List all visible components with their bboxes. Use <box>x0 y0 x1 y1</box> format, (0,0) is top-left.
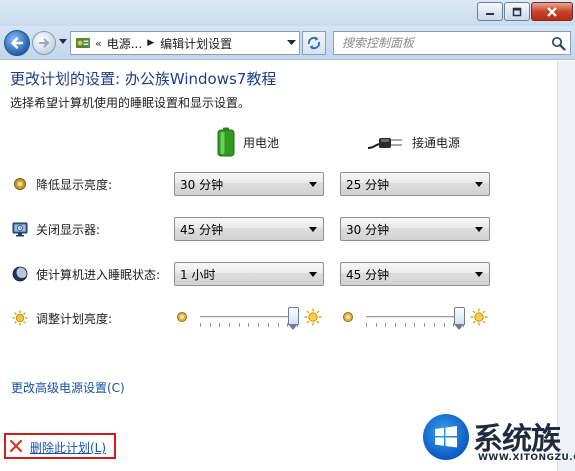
column-label-battery: 用电池 <box>243 135 280 150</box>
slider-track <box>366 316 464 319</box>
column-header-battery: 用电池 <box>217 127 279 157</box>
navigation-bar: « 电源... ▶ 编辑计划设置 <box>0 26 575 60</box>
search-icon[interactable] <box>551 36 566 51</box>
chevron-down-icon <box>475 272 483 277</box>
page-title: 更改计划的设置: 办公族Windows7教程 <box>10 70 277 88</box>
search-input[interactable] <box>342 36 542 50</box>
breadcrumb-overflow[interactable]: « <box>95 37 102 50</box>
forward-button[interactable] <box>32 31 56 55</box>
advanced-power-settings-link[interactable]: 更改高级电源设置(C) <box>11 379 125 396</box>
maximize-button[interactable] <box>504 2 530 21</box>
brightness-low-icon <box>343 312 353 322</box>
delete-x-icon <box>9 439 23 453</box>
brightness-battery-slider[interactable] <box>174 306 324 330</box>
watermark-text: 系统族 <box>473 422 561 457</box>
brightness-high-icon <box>470 308 488 326</box>
monitor-off-icon <box>12 222 28 237</box>
sleep-battery-select[interactable]: 1 小时 <box>174 262 324 286</box>
column-label-plugged-in: 接通电源 <box>412 135 461 150</box>
vertical-scrollbar[interactable] <box>557 61 575 471</box>
content-pane: 更改计划的设置: 办公族Windows7教程 选择希望计算机使用的睡眠设置和显示… <box>0 61 557 471</box>
column-header-plugged-in: 接通电源 <box>368 127 460 157</box>
chevron-down-icon <box>475 227 483 232</box>
breadcrumb-edit-plan[interactable]: 编辑计划设置 <box>160 35 232 52</box>
address-dropdown-icon[interactable] <box>287 39 296 47</box>
select-value: 30 分钟 <box>180 177 224 192</box>
control-panel-icon <box>76 38 90 48</box>
search-box[interactable] <box>333 31 571 55</box>
dim-display-plugged-in-select[interactable]: 25 分钟 <box>340 172 490 196</box>
brightness-plugged-in-slider[interactable] <box>340 306 490 330</box>
setting-row-sleep: 使计算机进入睡眠状态: 1 小时 45 分钟 <box>12 262 552 286</box>
select-value: 30 分钟 <box>346 222 390 237</box>
breadcrumb-power-options[interactable]: 电源... <box>107 35 142 52</box>
back-button[interactable] <box>4 30 30 56</box>
arrow-left-icon <box>11 37 24 49</box>
setting-label: 调整计划亮度: <box>36 312 113 326</box>
brightness-high-icon <box>304 308 322 326</box>
windows-logo-icon <box>423 414 469 460</box>
chevron-down-icon <box>309 272 317 277</box>
recent-pages-dropdown-icon[interactable] <box>59 38 67 46</box>
sleep-plugged-in-select[interactable]: 45 分钟 <box>340 262 490 286</box>
minimize-icon <box>486 12 494 15</box>
address-bar[interactable]: « 电源... ▶ 编辑计划设置 <box>70 31 300 55</box>
setting-row-dim-display: 降低显示亮度: 30 分钟 25 分钟 <box>12 172 552 196</box>
window-controls <box>476 2 573 22</box>
slider-ticks <box>200 323 298 327</box>
maximize-icon <box>512 7 522 16</box>
refresh-icon <box>308 36 320 50</box>
setting-label: 使计算机进入睡眠状态: <box>36 268 161 282</box>
refresh-button[interactable] <box>302 31 326 55</box>
brightness-low-icon <box>177 312 187 322</box>
delete-plan-link[interactable]: 删除此计划(L) <box>30 439 106 456</box>
setting-label: 关闭显示器: <box>36 223 101 237</box>
arrow-right-icon <box>39 38 50 48</box>
minimize-button[interactable] <box>477 2 503 21</box>
chevron-down-icon <box>475 182 483 187</box>
delete-plan-highlight: 删除此计划(L) <box>4 433 116 459</box>
turn-off-display-battery-select[interactable]: 45 分钟 <box>174 217 324 241</box>
slider-thumb[interactable] <box>287 307 299 330</box>
setting-row-turn-off-display: 关闭显示器: 45 分钟 30 分钟 <box>12 217 552 241</box>
select-value: 1 小时 <box>180 267 216 282</box>
sleep-moon-icon <box>12 266 28 282</box>
slider-thumb[interactable] <box>453 307 465 330</box>
window-titlebar <box>0 0 575 26</box>
select-value: 45 分钟 <box>180 222 224 237</box>
page-subtitle: 选择希望计算机使用的睡眠设置和显示设置。 <box>10 96 251 110</box>
breadcrumb-separator-icon[interactable]: ▶ <box>147 38 154 48</box>
sun-icon <box>12 310 28 326</box>
setting-row-brightness: 调整计划亮度: <box>12 306 552 330</box>
setting-label: 降低显示亮度: <box>36 178 113 192</box>
battery-icon <box>217 127 235 157</box>
brightness-dim-icon <box>14 178 26 190</box>
watermark-url: WWW.XITONGZU.COM <box>478 453 575 463</box>
dim-display-battery-select[interactable]: 30 分钟 <box>174 172 324 196</box>
slider-ticks <box>366 323 464 327</box>
chevron-down-icon <box>309 182 317 187</box>
close-icon <box>547 6 557 17</box>
windows-flag-icon <box>435 426 457 448</box>
chevron-down-icon <box>309 227 317 232</box>
close-button[interactable] <box>531 2 573 21</box>
slider-track <box>200 316 298 319</box>
power-plug-icon <box>368 138 402 149</box>
select-value: 25 分钟 <box>346 177 390 192</box>
select-value: 45 分钟 <box>346 267 390 282</box>
turn-off-display-plugged-in-select[interactable]: 30 分钟 <box>340 217 490 241</box>
